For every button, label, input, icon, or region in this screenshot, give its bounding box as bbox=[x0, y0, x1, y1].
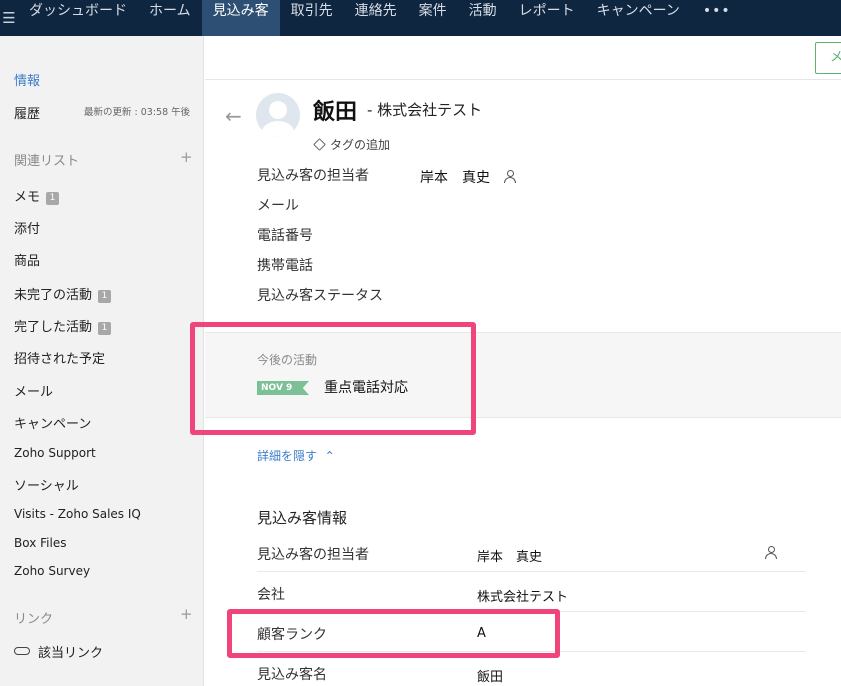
avatar-head-shape bbox=[269, 101, 287, 119]
detail-row-owner: 見込み客の担当者 岸本 真史 bbox=[257, 536, 806, 572]
phone-label: 電話番号 bbox=[257, 228, 313, 244]
detail-label: 見込み客名 bbox=[257, 667, 327, 683]
lead-name: 飯田 bbox=[313, 100, 358, 125]
avatar[interactable] bbox=[256, 93, 300, 137]
activity-name[interactable]: 重点電話対応 bbox=[324, 377, 408, 397]
add-tag-label: タグの追加 bbox=[330, 138, 391, 152]
related-list-heading: 関連リスト bbox=[14, 154, 80, 169]
nav-tab-home[interactable]: ホーム bbox=[138, 0, 202, 36]
sidebar-item-info[interactable]: 情報 bbox=[14, 70, 40, 89]
add-link-icon[interactable]: + bbox=[180, 605, 193, 623]
detail-label: 顧客ランク bbox=[257, 627, 327, 643]
sidebar-item-memo[interactable]: メモ 1 bbox=[14, 186, 60, 205]
action-strip: メ bbox=[205, 36, 841, 80]
nav-tab-deals[interactable]: 案件 bbox=[408, 0, 458, 36]
sidebar-item-closed-activities[interactable]: 完了した活動 1 bbox=[14, 316, 112, 335]
last-update-text: 最新の更新 : 03:58 午後 bbox=[84, 107, 191, 118]
sidebar-item-label: メモ bbox=[14, 190, 41, 205]
sidebar-item-zoho-survey[interactable]: Zoho Survey bbox=[14, 564, 90, 578]
detail-label: 会社 bbox=[257, 587, 285, 603]
lead-status-label: 見込み客ステータス bbox=[257, 288, 383, 304]
sidebar-item-visits[interactable]: Visits - Zoho Sales IQ bbox=[14, 507, 141, 521]
detail-row-customer-rank: 顧客ランク A bbox=[257, 616, 806, 652]
user-icon[interactable] bbox=[504, 170, 516, 183]
nav-tab-campaigns[interactable]: キャンペーン bbox=[586, 0, 691, 36]
user-icon[interactable] bbox=[765, 546, 777, 559]
more-tabs-icon[interactable]: ••• bbox=[691, 0, 743, 36]
upcoming-activities-panel: 今後の活動 NOV 9 重点電話対応 bbox=[205, 332, 841, 418]
sidebar-item-invited-events[interactable]: 招待された予定 bbox=[14, 348, 105, 367]
sidebar-item-history[interactable]: 履歴 bbox=[14, 103, 40, 122]
avatar-body-shape bbox=[262, 121, 294, 137]
mobile-label: 携帯電話 bbox=[257, 258, 313, 274]
sidebar-item-open-activities[interactable]: 未完了の活動 1 bbox=[14, 284, 112, 303]
detail-value[interactable]: A bbox=[477, 626, 486, 641]
activity-date-tag: NOV 9 bbox=[257, 381, 309, 395]
nav-tab-leads[interactable]: 見込み客 bbox=[201, 0, 280, 36]
nav-tab-accounts[interactable]: 取引先 bbox=[280, 0, 344, 36]
detail-value[interactable]: 岸本 真史 bbox=[477, 546, 542, 565]
owner-value: 岸本 真史 bbox=[420, 170, 490, 186]
top-navigation: ☰ ダッシュボード ホーム 見込み客 取引先 連絡先 案件 活動 レポート キャ… bbox=[0, 0, 841, 36]
nav-tab-contacts[interactable]: 連絡先 bbox=[344, 0, 408, 36]
hide-details-link[interactable]: 詳細を隠す ⌃ bbox=[257, 447, 335, 464]
link-icon bbox=[14, 647, 30, 655]
detail-row-company: 会社 株式会社テスト bbox=[257, 576, 806, 612]
sidebar-item-mail[interactable]: メール bbox=[14, 381, 53, 400]
lead-company: - 株式会社テスト bbox=[367, 101, 483, 119]
sidebar: 情報 履歴 最新の更新 : 03:58 午後 関連リスト + メモ 1 添付 商品… bbox=[0, 36, 204, 686]
detail-row-lead-name: 見込み客名 飯田 bbox=[257, 656, 806, 686]
nav-tab-activities[interactable]: 活動 bbox=[458, 0, 508, 36]
detail-value[interactable]: 株式会社テスト bbox=[477, 586, 568, 605]
closed-activities-count-badge: 1 bbox=[98, 322, 112, 335]
sidebar-item-campaigns[interactable]: キャンペーン bbox=[14, 413, 91, 432]
chevron-up-icon: ⌃ bbox=[324, 449, 335, 463]
sidebar-item-zoho-support[interactable]: Zoho Support bbox=[14, 446, 96, 460]
links-heading: リンク bbox=[14, 612, 54, 627]
nav-tab-reports[interactable]: レポート bbox=[508, 0, 586, 36]
tag-icon bbox=[313, 138, 326, 151]
sidebar-item-related-link[interactable]: 該当リンク bbox=[14, 642, 103, 661]
sidebar-item-box-files[interactable]: Box Files bbox=[14, 536, 66, 550]
hamburger-menu-icon[interactable]: ☰ bbox=[0, 9, 18, 27]
upcoming-activities-title: 今後の活動 bbox=[257, 353, 318, 367]
send-mail-button[interactable]: メ bbox=[815, 42, 841, 74]
lead-info-section-title: 見込み客情報 bbox=[257, 509, 348, 527]
sidebar-item-label: 該当リンク bbox=[38, 646, 104, 661]
open-activities-count-badge: 1 bbox=[98, 290, 112, 303]
email-label: メール bbox=[257, 198, 299, 214]
detail-label: 見込み客の担当者 bbox=[257, 547, 369, 563]
sidebar-item-attachments[interactable]: 添付 bbox=[14, 218, 40, 237]
sidebar-item-label: 未完了の活動 bbox=[14, 288, 93, 303]
sidebar-item-social[interactable]: ソーシャル bbox=[14, 475, 79, 494]
main-content: メ ← 飯田 - 株式会社テスト タグの追加 見込み客の担当者 岸本 真史 メー… bbox=[205, 36, 841, 686]
owner-label: 見込み客の担当者 bbox=[257, 168, 369, 184]
add-tag-button[interactable]: タグの追加 bbox=[313, 136, 391, 153]
detail-value[interactable]: 飯田 bbox=[477, 666, 503, 685]
nav-tab-dashboard[interactable]: ダッシュボード bbox=[18, 0, 138, 36]
memo-count-badge: 1 bbox=[46, 192, 60, 205]
sidebar-item-label: 完了した活動 bbox=[14, 320, 93, 335]
hide-details-label: 詳細を隠す bbox=[257, 449, 318, 463]
add-related-list-icon[interactable]: + bbox=[180, 148, 193, 166]
sidebar-item-products[interactable]: 商品 bbox=[14, 250, 40, 269]
back-arrow-icon[interactable]: ← bbox=[225, 104, 242, 128]
